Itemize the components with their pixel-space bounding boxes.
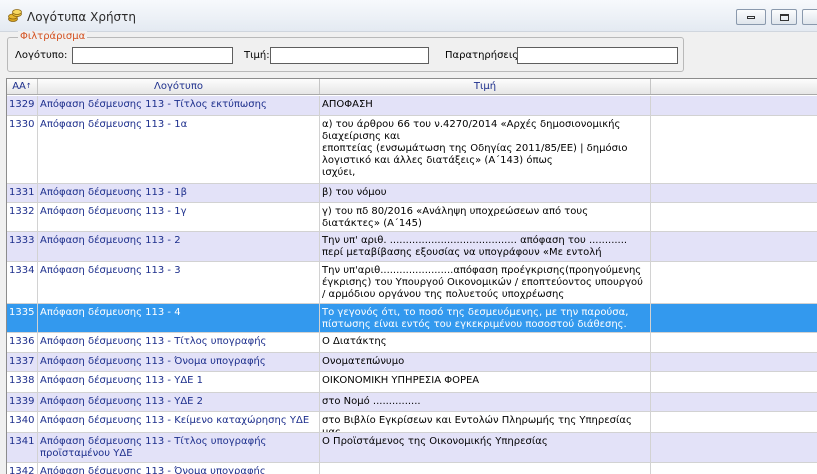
cell-aa: 1339 [7, 393, 38, 411]
cell-logotypo: Απόφαση δέσμευσης 113 - Όνομα υπογραφής [38, 463, 320, 474]
column-header-aa[interactable]: ΑΑ↑ [7, 79, 38, 94]
filter-legend: Φιλτράρισμα [18, 31, 88, 43]
maximize-icon [779, 13, 789, 21]
grid-header: ΑΑ↑ Λογότυπο Τιμή [7, 79, 817, 95]
table-row-selected[interactable]: 1335 Απόφαση δέσμευσης 113 - 4 Το γεγονό… [7, 304, 817, 333]
cell-extra [651, 262, 817, 303]
table-row[interactable]: 1329 Απόφαση δέσμευσης 113 - Τίτλος εκτύ… [7, 96, 817, 116]
cell-timi: Την υπ'αριθ.......................απόφασ… [320, 262, 651, 303]
timi-label: Τιμή: [244, 50, 270, 61]
cell-extra [651, 333, 817, 352]
cell-extra [651, 116, 817, 183]
cell-timi: Ο Προϊστάμενος της Οικονομικής Υπηρεσίας [320, 433, 651, 462]
cell-timi: στο Βιβλίο Εγκρίσεων και Εντολών Πληρωμή… [320, 412, 651, 432]
cell-extra [651, 412, 817, 432]
cell-logotypo: Απόφαση δέσμευσης 113 - ΥΔΕ 2 [38, 393, 320, 411]
cell-timi: στο Νομό ............... [320, 393, 651, 411]
logos-grid: ΑΑ↑ Λογότυπο Τιμή 1329 Απόφαση δέσμευσης… [6, 78, 817, 474]
cell-logotypo: Απόφαση δέσμευσης 113 - Κείμενο καταχώρη… [38, 412, 320, 432]
column-header-aa-label: ΑΑ [12, 81, 26, 92]
column-header-extra[interactable] [651, 79, 817, 94]
cell-aa: 1340 [7, 412, 38, 432]
cell-logotypo: Απόφαση δέσμευσης 113 - 1α [38, 116, 320, 183]
cell-aa: 1341 [7, 433, 38, 462]
table-row[interactable]: 1333 Απόφαση δέσμευσης 113 - 2 Την υπ' α… [7, 232, 817, 262]
cell-logotypo: Απόφαση δέσμευσης 113 - 1γ [38, 203, 320, 231]
cell-timi: ΟΙΚΟΝΟΜΙΚΗ ΥΠΗΡΕΣΙΑ ΦΟΡΕΑ [320, 372, 651, 392]
cell-extra [651, 184, 817, 202]
cell-aa: 1335 [7, 304, 38, 332]
logotypo-input[interactable] [72, 47, 233, 64]
cell-aa: 1337 [7, 353, 38, 371]
cell-timi: β) του νόμου [320, 184, 651, 202]
cell-aa: 1329 [7, 96, 38, 115]
cell-logotypo: Απόφαση δέσμευσης 113 - 4 [38, 304, 320, 332]
table-row[interactable]: 1331 Απόφαση δέσμευσης 113 - 1β β) του ν… [7, 184, 817, 203]
column-header-logotypo[interactable]: Λογότυπο [38, 79, 320, 94]
cell-aa: 1330 [7, 116, 38, 183]
logotypo-label: Λογότυπο: [15, 50, 68, 61]
cell-extra [651, 393, 817, 411]
cell-timi: Ο Διατάκτης [320, 333, 651, 352]
cell-aa: 1332 [7, 203, 38, 231]
cell-extra [651, 372, 817, 392]
cell-timi: γ) του πδ 80/2016 «Ανάληψη υποχρεώσεων α… [320, 203, 651, 231]
table-row[interactable]: 1337 Απόφαση δέσμευσης 113 - Όνομα υπογρ… [7, 353, 817, 372]
cell-logotypo: Απόφαση δέσμευσης 113 - Τίτλος υπογραφής [38, 333, 320, 352]
cell-timi: α) του άρθρου 66 του ν.4270/2014 «Αρχές … [320, 116, 651, 183]
table-row[interactable]: 1330 Απόφαση δέσμευσης 113 - 1α α) του ά… [7, 116, 817, 184]
cell-extra [651, 353, 817, 371]
minimize-button[interactable] [736, 9, 766, 25]
cell-timi: Ονοματεπώνυμο [320, 353, 651, 371]
cell-aa: 1336 [7, 333, 38, 352]
cell-logotypo: Απόφαση δέσμευσης 113 - Τίτλος υπογραφής… [38, 433, 320, 462]
cell-logotypo: Απόφαση δέσμευσης 113 - ΥΔΕ 1 [38, 372, 320, 392]
cell-extra [651, 304, 817, 332]
window-title: Λογότυπα Χρήστη [27, 10, 136, 24]
table-row[interactable]: 1340 Απόφαση δέσμευσης 113 - Κείμενο κατ… [7, 412, 817, 433]
cell-timi: Την υπ' αριθ. ..........................… [320, 232, 651, 261]
paratiriseis-input[interactable] [517, 47, 678, 64]
cell-extra [651, 96, 817, 115]
cell-extra [651, 232, 817, 261]
close-button[interactable] [802, 9, 817, 25]
cell-logotypo: Απόφαση δέσμευσης 113 - 1β [38, 184, 320, 202]
minimize-icon [747, 15, 755, 19]
grid-rows: 1329 Απόφαση δέσμευσης 113 - Τίτλος εκτύ… [7, 96, 817, 474]
cell-timi: Το γεγονός ότι, το ποσό της δεσμευόμενης… [320, 304, 651, 332]
cell-aa: 1342 [7, 463, 38, 474]
cell-extra [651, 463, 817, 474]
table-row[interactable]: 1342 Απόφαση δέσμευσης 113 - Όνομα υπογρ… [7, 463, 817, 474]
timi-input[interactable] [270, 47, 429, 64]
cell-timi [320, 463, 651, 474]
filter-group: Φιλτράρισμα Λογότυπο: Τιμή: Παρατηρήσεις… [7, 31, 684, 72]
table-row[interactable]: 1336 Απόφαση δέσμευσης 113 - Τίτλος υπογ… [7, 333, 817, 353]
title-bar: Λογότυπα Χρήστη [0, 0, 817, 32]
table-row[interactable]: 1338 Απόφαση δέσμευσης 113 - ΥΔΕ 1 ΟΙΚΟΝ… [7, 372, 817, 393]
coins-icon [8, 9, 22, 22]
table-row[interactable]: 1332 Απόφαση δέσμευσης 113 - 1γ γ) του π… [7, 203, 817, 232]
maximize-button[interactable] [771, 9, 797, 25]
cell-extra [651, 433, 817, 462]
cell-logotypo: Απόφαση δέσμευσης 113 - 2 [38, 232, 320, 261]
cell-aa: 1331 [7, 184, 38, 202]
cell-aa: 1333 [7, 232, 38, 261]
cell-aa: 1338 [7, 372, 38, 392]
table-row[interactable]: 1334 Απόφαση δέσμευσης 113 - 3 Την υπ'αρ… [7, 262, 817, 304]
sort-arrow-icon: ↑ [25, 82, 32, 90]
cell-timi: ΑΠΟΦΑΣΗ [320, 96, 651, 115]
table-row[interactable]: 1339 Απόφαση δέσμευσης 113 - ΥΔΕ 2 στο Ν… [7, 393, 817, 412]
cell-logotypo: Απόφαση δέσμευσης 113 - Τίτλος εκτύπωσης [38, 96, 320, 115]
cell-logotypo: Απόφαση δέσμευσης 113 - Όνομα υπογραφής [38, 353, 320, 371]
cell-logotypo: Απόφαση δέσμευσης 113 - 3 [38, 262, 320, 303]
cell-extra [651, 203, 817, 231]
table-row[interactable]: 1341 Απόφαση δέσμευσης 113 - Τίτλος υπογ… [7, 433, 817, 463]
cell-aa: 1334 [7, 262, 38, 303]
paratiriseis-label: Παρατηρήσεις: [445, 50, 522, 61]
column-header-timi[interactable]: Τιμή [320, 79, 651, 94]
